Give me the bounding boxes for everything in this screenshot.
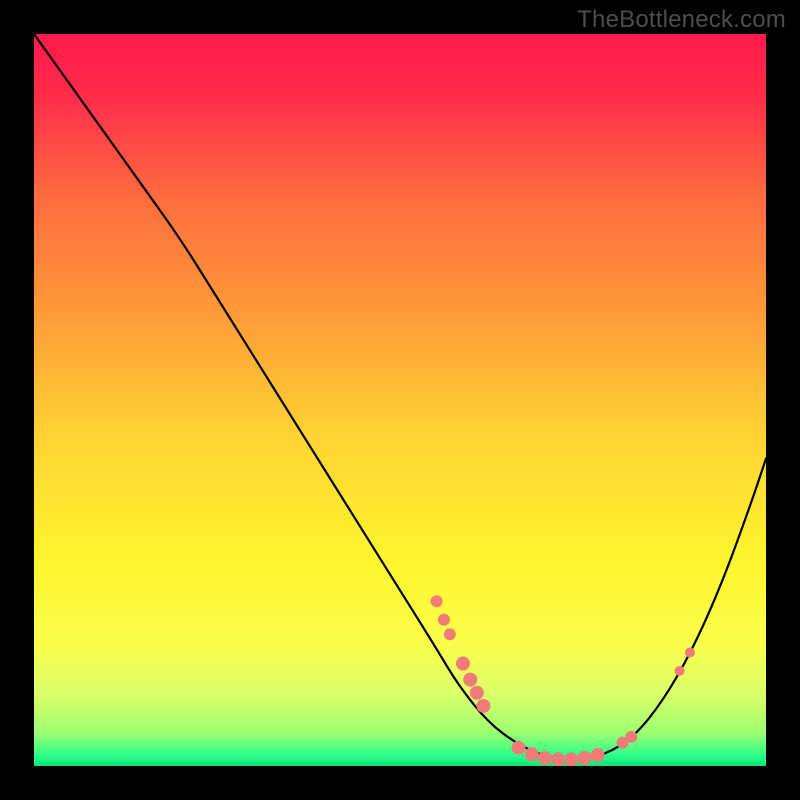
data-marker [470,686,484,700]
data-marker [525,747,539,761]
data-marker [551,752,565,766]
data-marker [675,666,685,676]
data-marker [625,731,637,743]
data-marker [476,699,490,713]
bottleneck-chart [34,34,766,766]
chart-frame: TheBottleneck.com [0,0,800,800]
data-marker [685,648,695,658]
data-marker [444,628,456,640]
data-marker [564,752,578,766]
data-marker [591,748,605,762]
data-marker [456,657,470,671]
plot-area [34,34,766,766]
gradient-background [34,34,766,766]
attribution-label: TheBottleneck.com [577,6,786,34]
data-marker [438,614,450,626]
data-marker [577,751,591,765]
data-marker [431,595,443,607]
data-marker [463,673,477,687]
data-marker [512,741,526,755]
data-marker [538,751,552,765]
